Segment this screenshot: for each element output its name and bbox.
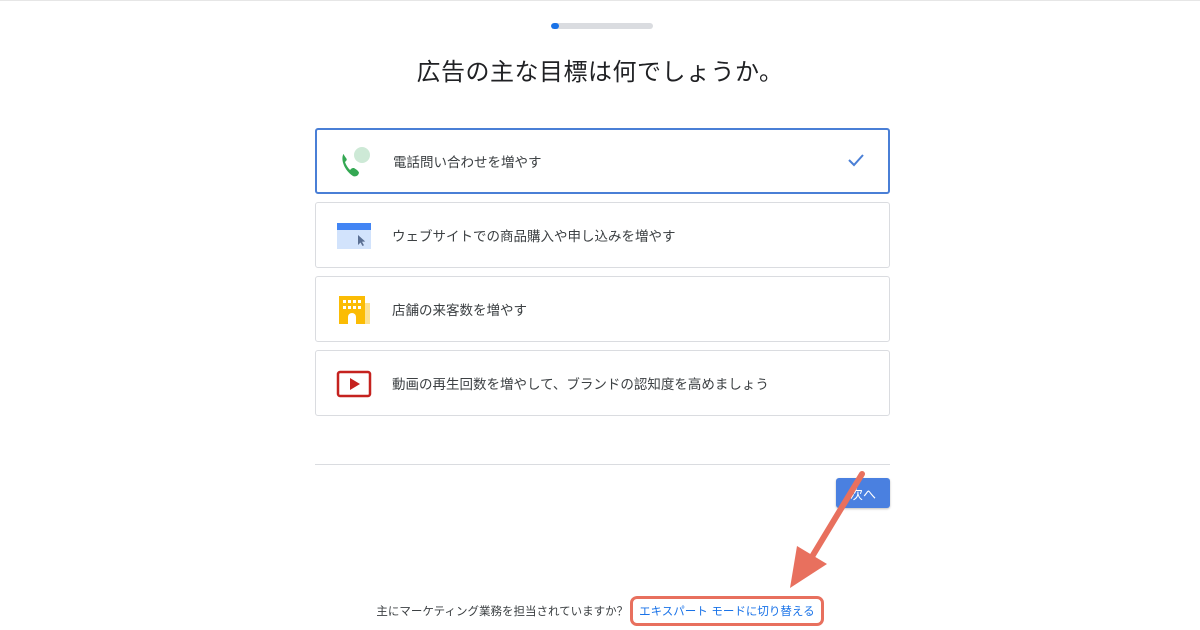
goal-option-phone-calls[interactable]: 電話問い合わせを増やす [315, 128, 890, 194]
phone-icon [342, 147, 370, 177]
progress-bar [551, 23, 653, 29]
page-title: 広告の主な目標は何でしょうか。 [416, 58, 784, 86]
goal-option-website-sales[interactable]: ウェブサイトでの商品購入や申し込みを増やす [315, 202, 890, 268]
expert-mode-link[interactable]: エキスパート モードに切り替える [630, 596, 824, 626]
goal-option-label: 店舗の来客数を増やす [392, 303, 527, 319]
progress-bar-fill [551, 23, 560, 29]
store-icon [339, 296, 370, 324]
divider [315, 464, 890, 465]
goal-option-label: 動画の再生回数を増やして、ブランドの認知度を高めましょう [392, 377, 769, 393]
video-play-icon [336, 370, 372, 398]
top-border [0, 0, 1200, 1]
goal-option-label: 電話問い合わせを増やす [393, 155, 542, 171]
next-button[interactable]: 次へ [836, 478, 890, 508]
goal-option-store-visits[interactable]: 店舗の来客数を増やす [315, 276, 890, 342]
footer-question: 主にマーケティング業務を担当されていますか？ [376, 604, 629, 618]
goal-option-label: ウェブサイトでの商品購入や申し込みを増やす [392, 229, 676, 245]
footer: 主にマーケティング業務を担当されていますか？ エキスパート モードに切り替える [0, 596, 1200, 626]
check-icon [848, 154, 864, 167]
goal-option-video-views[interactable]: 動画の再生回数を増やして、ブランドの認知度を高めましょう [315, 350, 890, 416]
website-icon [337, 223, 371, 249]
